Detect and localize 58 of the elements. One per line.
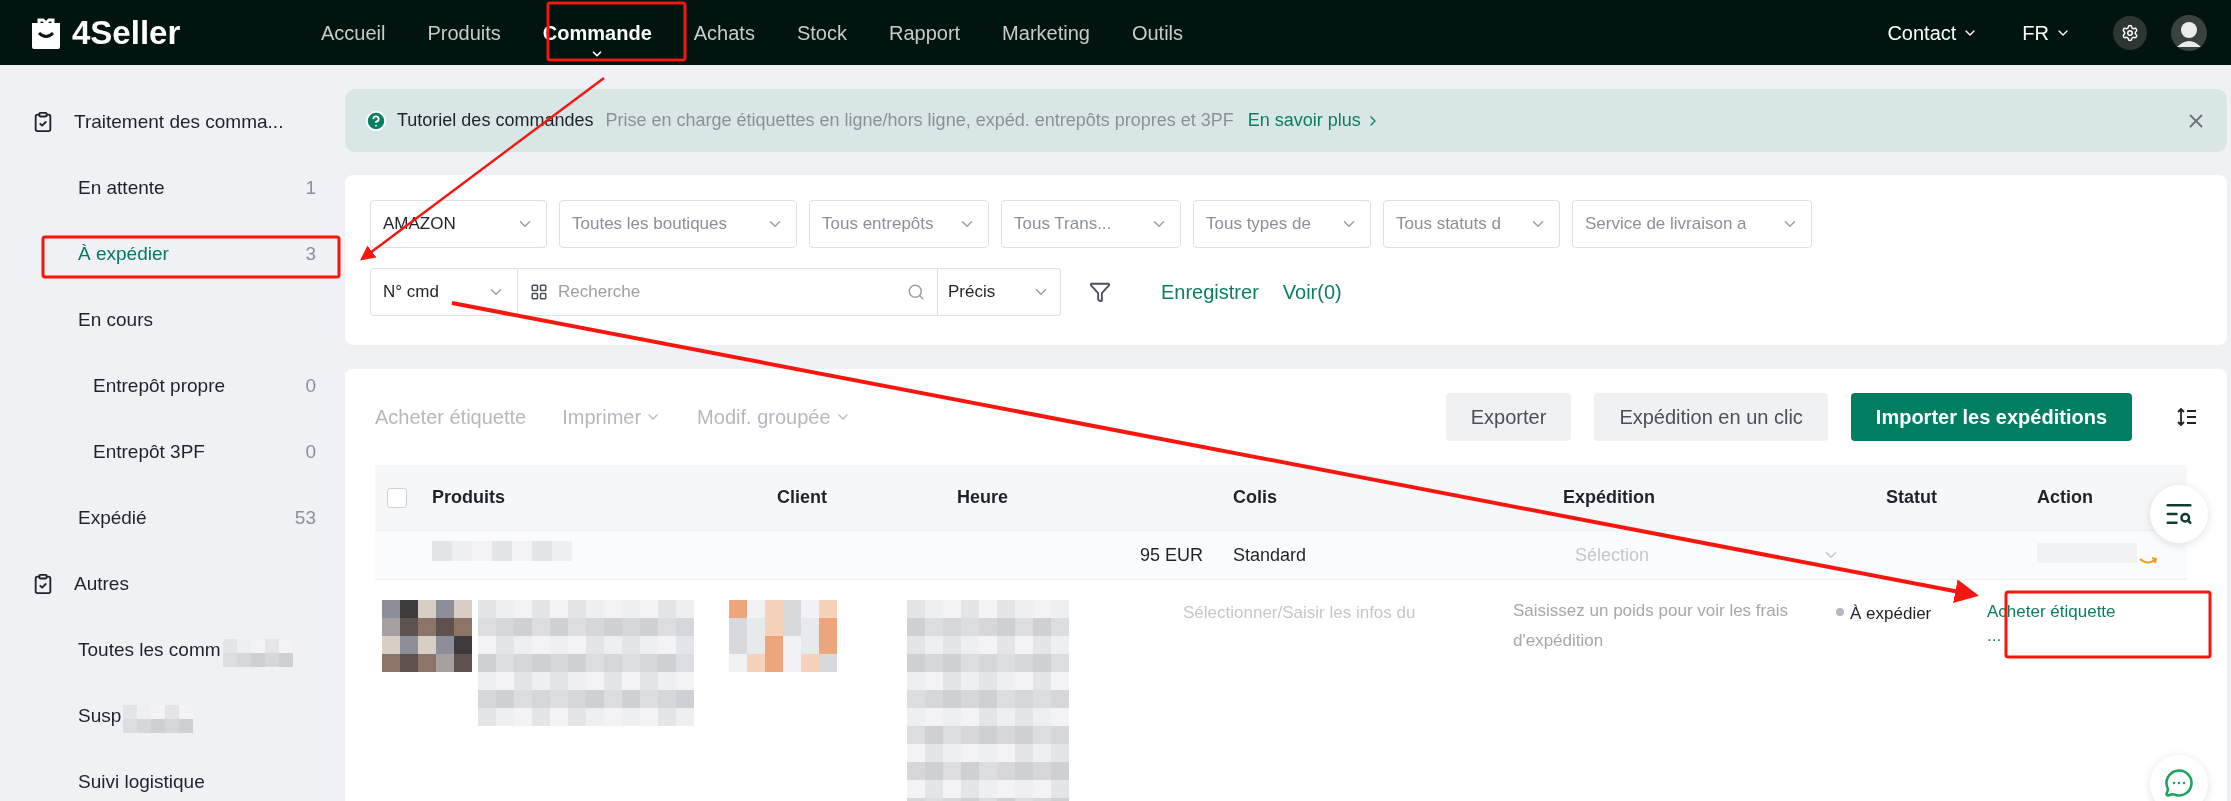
column-header: Action: [2037, 487, 2093, 507]
sidebar-item[interactable]: Entrepôt 3PF 0: [0, 419, 340, 485]
clipboard-icon: [32, 111, 54, 133]
banner-text: Prise en charge étiquettes en ligne/hors ligne, expéd. entrepôts propres et 3PF: [605, 109, 1234, 132]
order-amount: 95 EUR: [1139, 543, 1203, 567]
view-button[interactable]: Voir(0): [1282, 277, 1342, 307]
blurred-area: [123, 705, 194, 733]
search-icon[interactable]: [907, 283, 925, 301]
field-select[interactable]: N° cmd: [370, 268, 518, 316]
section-title[interactable]: Autres: [74, 569, 129, 599]
save-button[interactable]: Enregistrer: [1161, 277, 1259, 307]
nav-tab[interactable]: Accueil: [310, 0, 397, 65]
nav-tab[interactable]: Marketing: [991, 0, 1101, 65]
nav-tab[interactable]: Achats: [682, 0, 766, 65]
column-header: Client: [777, 487, 827, 507]
checkbox[interactable]: [387, 487, 407, 508]
blurred-area: [222, 639, 293, 667]
sidebar-item[interactable]: Expédié 53: [0, 485, 340, 551]
learn-more-link[interactable]: En savoir plus: [1247, 107, 1381, 134]
settings-icon[interactable]: [2113, 15, 2147, 50]
column-header: Colis: [1233, 487, 1277, 507]
nav-tab[interactable]: Rapport: [877, 0, 972, 65]
package-type: Standard: [1233, 544, 1307, 565]
toolbar-button[interactable]: Expédition en un clic: [1594, 393, 1828, 441]
sidebar-item[interactable]: En cours: [0, 287, 340, 353]
clipboard-icon: [32, 573, 54, 595]
sidebar-item[interactable]: Susp: [0, 683, 340, 749]
column-header: Statut: [1886, 487, 1937, 507]
nav-tab[interactable]: Outils: [1120, 0, 1195, 65]
help-icon: [365, 109, 387, 132]
filter-icon[interactable]: [1089, 281, 1111, 303]
package-hint: Sélectionner/Saisir les infos du: [1183, 603, 1416, 622]
language-menu[interactable]: FR: [2022, 17, 2071, 48]
grid-icon: [530, 283, 548, 301]
sidebar-item[interactable]: En attente 1: [0, 155, 340, 221]
nav-tab[interactable]: Produits: [416, 0, 512, 65]
search-field[interactable]: Recherche: [518, 268, 938, 316]
match-select[interactable]: Précis: [938, 268, 1061, 316]
sidebar-item[interactable]: À expédier 3: [0, 221, 340, 287]
logo-text: 4Seller: [72, 12, 181, 53]
avatar-icon[interactable]: [2171, 14, 2207, 51]
more-link[interactable]: ...: [1987, 624, 2116, 648]
sidebar-item[interactable]: Toutes les comm: [0, 617, 340, 683]
contact-menu[interactable]: Contact: [1887, 17, 1979, 48]
shipping-hint: Saisissez un poids pour voir les frais d'expédition: [1513, 600, 1789, 652]
column-header: Heure: [957, 487, 1009, 507]
chat-icon: [2164, 768, 2194, 798]
search-input[interactable]: Recherche: [558, 279, 907, 305]
column-header: Expédition: [1563, 487, 1655, 507]
nav-tab[interactable]: Stock: [785, 0, 858, 65]
order-status: À expédier: [1850, 603, 1932, 625]
toolbar-button[interactable]: Exporter: [1445, 393, 1572, 441]
sort-icon[interactable]: [2177, 408, 2197, 426]
section-title[interactable]: Traitement des comma...: [74, 107, 284, 137]
column-header: Produits: [432, 487, 505, 507]
toolbar-button[interactable]: Importer les expéditions: [1850, 393, 2132, 441]
sidebar-item[interactable]: Entrepôt propre 0: [0, 353, 340, 419]
sidebar-item[interactable]: Suivi logistique: [0, 749, 340, 801]
